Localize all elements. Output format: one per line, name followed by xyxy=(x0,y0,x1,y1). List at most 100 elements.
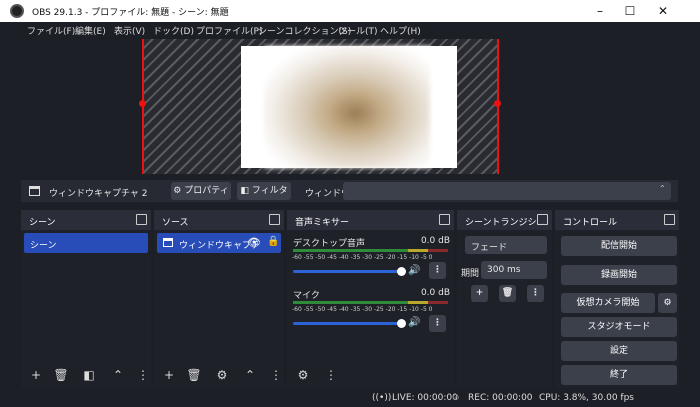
sources-title: ソース xyxy=(162,218,189,228)
resize-handle-right[interactable] xyxy=(494,100,501,107)
settings-button[interactable]: 設定 xyxy=(561,341,677,361)
scene-transitions-dock: シーントランジシ… フェード 期間 300 ms + 🗑 ⋮ xyxy=(457,210,552,388)
level-meter-red xyxy=(428,301,448,304)
transition-select-value: フェード xyxy=(471,243,508,253)
controls-dock: コントロール 配信開始 録画開始 仮想カメラ開始 ⚙ スタジオモード 設定 終了 xyxy=(555,210,679,388)
mixer-channel-name: デスクトップ音声 xyxy=(293,239,366,249)
menu-profile[interactable]: プロファイル(P) xyxy=(196,24,262,37)
meter-scale: -60 -55 -50 -45 -40 -35 -30 -25 -20 -15 … xyxy=(292,306,433,313)
window-title: OBS 29.1.3 - プロファイル: 無題 - シーン: 無題 xyxy=(32,8,229,18)
level-meter-red xyxy=(428,249,448,252)
undock-icon[interactable] xyxy=(537,214,548,225)
transition-select[interactable]: フェード xyxy=(465,236,547,254)
exit-button[interactable]: 終了 xyxy=(561,365,677,385)
trash-icon[interactable]: 🗑 xyxy=(51,366,71,384)
mixer-title: 音声ミキサー xyxy=(295,218,350,228)
undock-icon[interactable] xyxy=(664,214,675,225)
start-virtual-camera-button[interactable]: 仮想カメラ開始 xyxy=(561,293,655,313)
scenes-title: シーン xyxy=(29,218,56,228)
undock-icon[interactable] xyxy=(439,214,450,225)
level-meter-green xyxy=(293,301,408,304)
obs-logo-icon xyxy=(10,4,24,18)
mixer-channel-level: 0.0 dB xyxy=(420,236,450,246)
properties-button[interactable]: ⚙ プロパティ xyxy=(171,182,231,200)
start-streaming-button[interactable]: 配信開始 xyxy=(561,236,677,256)
duration-value: 300 ms xyxy=(487,265,521,275)
speaker-icon[interactable]: 🔊 xyxy=(408,317,420,328)
meter-scale: -60 -55 -50 -45 -40 -35 -30 -25 -20 -15 … xyxy=(292,254,433,261)
menu-edit[interactable]: 編集(E) xyxy=(75,24,106,37)
scenes-dock: シーン シーン + 🗑 ◧ ⌃ ⋮ xyxy=(21,210,151,388)
more-icon[interactable]: ⋮ xyxy=(321,366,341,384)
transition-more-icon[interactable]: ⋮ xyxy=(527,285,544,302)
window-select[interactable] xyxy=(343,182,671,200)
resize-handle-left[interactable] xyxy=(139,100,146,107)
close-button[interactable]: ✕ xyxy=(648,0,678,22)
start-recording-button[interactable]: 録画開始 xyxy=(561,265,677,285)
trash-icon[interactable]: 🗑 xyxy=(184,366,204,384)
trash-icon[interactable]: 🗑 xyxy=(499,285,516,302)
menu-dock[interactable]: ドック(D) xyxy=(153,24,194,37)
rec-status: REC: 00:00:00 xyxy=(468,393,533,403)
filter-icon: ◧ xyxy=(240,186,249,196)
level-meter-green xyxy=(293,249,408,252)
menu-bar: ファイル(F) 編集(E) 表示(V) ドック(D) プロファイル(P) シーン… xyxy=(0,22,700,39)
scene-filter-icon[interactable]: ◧ xyxy=(79,366,99,384)
menu-help[interactable]: ヘルプ(H) xyxy=(380,24,421,37)
virtual-camera-settings-gear-icon[interactable]: ⚙ xyxy=(658,293,677,313)
mixer-channel-name: マイク xyxy=(293,291,320,301)
properties-label: プロパティ xyxy=(184,186,229,196)
status-bar: ((•)) LIVE: 00:00:00 ⊘ REC: 00:00:00 CPU… xyxy=(0,388,700,407)
filters-button[interactable]: ◧ フィルタ xyxy=(237,182,291,200)
lock-icon[interactable]: 🔒 xyxy=(267,236,279,247)
cpu-status: CPU: 3.8%, 30.00 fps xyxy=(539,393,634,403)
eye-icon[interactable]: 👁 xyxy=(247,236,261,249)
studio-mode-button[interactable]: スタジオモード xyxy=(561,317,677,337)
mixer-channel-level: 0.0 dB xyxy=(420,288,450,298)
speaker-icon[interactable]: 🔊 xyxy=(408,265,420,276)
mixer-menu-icon[interactable]: ⋮ xyxy=(429,262,446,279)
window-capture-icon xyxy=(163,238,173,247)
source-toolbar: ウィンドウキャプチャ 2 ⚙ プロパティ ◧ フィルタ ウィンドウ ⌃ xyxy=(21,180,678,202)
controls-title: コントロール xyxy=(563,218,618,228)
transitions-title: シーントランジシ… xyxy=(465,218,546,228)
menu-view[interactable]: 表示(V) xyxy=(114,24,145,37)
volume-slider-knob[interactable] xyxy=(397,267,406,276)
audio-mixer-dock: 音声ミキサー デスクトップ音声 0.0 dB -60 -55 -50 -45 -… xyxy=(287,210,454,388)
rec-icon: ⊘ xyxy=(452,393,460,403)
more-icon[interactable]: ⋮ xyxy=(133,366,153,384)
advanced-audio-gear-icon[interactable]: ⚙ xyxy=(293,366,313,384)
gear-icon: ⚙ xyxy=(173,186,182,196)
undock-icon[interactable] xyxy=(136,214,147,225)
scene-item[interactable]: シーン xyxy=(24,233,148,253)
mixer-menu-icon[interactable]: ⋮ xyxy=(429,315,446,332)
title-bar: OBS 29.1.3 - プロファイル: 無題 - シーン: 無題 – ☐ ✕ xyxy=(0,0,700,22)
volume-slider[interactable] xyxy=(293,322,401,325)
live-status: LIVE: 00:00:00 xyxy=(392,393,458,403)
duration-spinbox[interactable]: 300 ms xyxy=(481,261,547,279)
captured-window-image[interactable] xyxy=(264,46,430,168)
source-item[interactable]: ウィンドウキャプチ 👁 🔒 xyxy=(157,233,281,253)
more-icon[interactable]: ⋮ xyxy=(266,366,286,384)
volume-slider-knob[interactable] xyxy=(397,319,406,328)
sources-dock: ソース ウィンドウキャプチ 👁 🔒 + 🗑 ⚙ ⌃ ⋮ xyxy=(154,210,284,388)
add-icon[interactable]: + xyxy=(26,366,46,384)
live-signal-icon: ((•)) xyxy=(372,393,392,403)
move-up-icon[interactable]: ⌃ xyxy=(240,366,260,384)
volume-slider[interactable] xyxy=(293,270,401,273)
duration-label: 期間 xyxy=(461,269,480,279)
level-meter-yellow xyxy=(408,249,428,252)
selected-source-name: ウィンドウキャプチャ 2 xyxy=(49,189,148,199)
gear-icon[interactable]: ⚙ xyxy=(212,366,232,384)
menu-tools[interactable]: ツール(T) xyxy=(338,24,378,37)
undock-icon[interactable] xyxy=(269,214,280,225)
level-meter-yellow xyxy=(408,301,428,304)
add-icon[interactable]: + xyxy=(159,366,179,384)
filters-label: フィルタ xyxy=(251,186,288,196)
add-transition-icon[interactable]: + xyxy=(471,285,488,302)
minimize-button[interactable]: – xyxy=(585,0,615,22)
menu-file[interactable]: ファイル(F) xyxy=(27,24,75,37)
move-up-icon[interactable]: ⌃ xyxy=(108,366,128,384)
select-arrows-icon: ⌃ xyxy=(659,184,666,193)
maximize-button[interactable]: ☐ xyxy=(615,0,645,22)
